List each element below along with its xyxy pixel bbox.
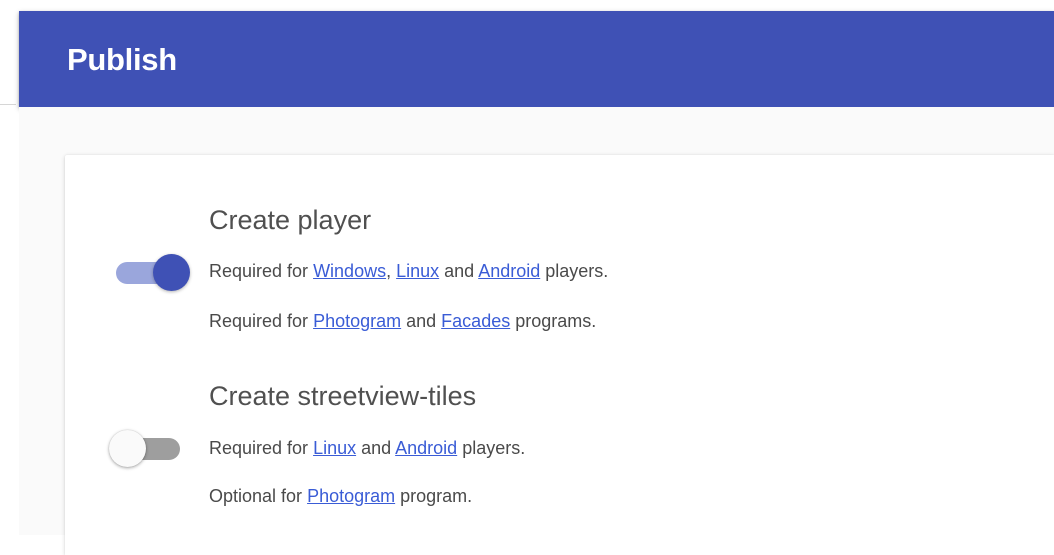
option-title-create-streetview-tiles: Create streetview-tiles	[209, 381, 477, 411]
streetview-desc-programs: Optional for Photogram program.	[209, 486, 472, 507]
desc-text: Required for	[209, 311, 314, 331]
option-title-create-player: Create player	[209, 205, 372, 235]
photogram-link[interactable]: Photogram	[307, 486, 395, 506]
desc-text: programs.	[510, 311, 597, 331]
desc-text: and	[401, 311, 442, 331]
main-content: Create player Required for Windows, Linu…	[19, 107, 1054, 555]
toggle-thumb	[109, 430, 146, 467]
desc-text: program.	[395, 486, 473, 506]
create-player-desc-programs: Required for Photogram and Facades progr…	[209, 311, 596, 332]
create-player-toggle[interactable]	[110, 251, 194, 291]
linux-link[interactable]: Linux	[313, 438, 356, 458]
streetview-desc-players: Required for Linux and Android players.	[209, 438, 525, 459]
publish-options-card: Create player Required for Windows, Linu…	[65, 155, 1054, 555]
app-bar: Publish	[19, 11, 1054, 107]
android-link[interactable]: Android	[478, 261, 540, 281]
desc-text: players.	[457, 438, 526, 458]
windows-link[interactable]: Windows	[313, 261, 386, 281]
left-divider	[0, 104, 16, 105]
desc-text: Required for	[209, 438, 314, 458]
toggle-thumb	[153, 254, 190, 291]
facades-link[interactable]: Facades	[441, 311, 510, 331]
desc-text: players.	[540, 261, 609, 281]
desc-text: Optional for	[209, 486, 308, 506]
linux-link[interactable]: Linux	[396, 261, 439, 281]
desc-text: and	[439, 261, 479, 281]
create-streetview-tiles-toggle[interactable]	[109, 427, 194, 467]
desc-text: Required for	[209, 261, 314, 281]
android-link[interactable]: Android	[395, 438, 457, 458]
desc-text: ,	[386, 261, 397, 281]
create-player-desc-players: Required for Windows, Linux and Android …	[209, 261, 608, 282]
photogram-link[interactable]: Photogram	[313, 311, 401, 331]
page-title: Publish	[67, 42, 177, 77]
desc-text: and	[356, 438, 396, 458]
